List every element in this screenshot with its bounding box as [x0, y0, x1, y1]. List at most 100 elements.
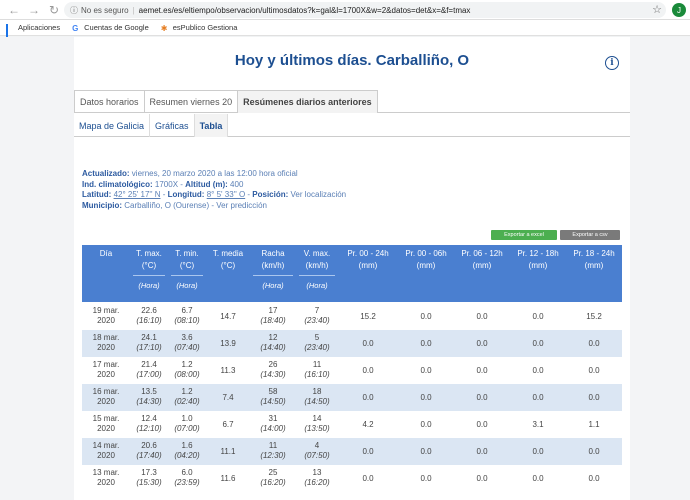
tab-mapa-galicia[interactable]: Mapa de Galicia	[74, 114, 151, 137]
cell-year: 2020	[97, 478, 115, 487]
info-icon[interactable]: i	[605, 56, 619, 70]
table-cell: 0.0	[398, 411, 454, 438]
header-unit: (mm)	[584, 261, 604, 270]
header-label: Día	[99, 249, 113, 258]
cell-value: 18	[312, 387, 322, 396]
cell-value: 0.0	[532, 393, 544, 402]
cell-value: 15.2	[586, 312, 602, 321]
cell-time: (14:30)	[260, 370, 286, 379]
tab-datos-horarios[interactable]: Datos horarios	[74, 90, 145, 113]
forecast-link[interactable]: Ver predicción	[216, 201, 267, 210]
export-csv-button[interactable]: Exportar a csv	[560, 230, 620, 240]
table-header-cell: Pr. 00 - 06h (mm)	[398, 245, 454, 302]
table-cell: 4 (07:50)	[296, 438, 338, 465]
position-link[interactable]: Ver localización	[291, 190, 347, 199]
table-cell: 16 mar. 2020	[82, 384, 130, 411]
info-circle-icon[interactable]: ⓘ	[70, 5, 78, 16]
table-cell: 0.0	[454, 330, 510, 357]
position-label: Posición:	[252, 190, 289, 199]
table-cell: 22.6 (16:10)	[130, 303, 168, 330]
header-label: V. max.	[303, 249, 331, 258]
header-unit: (mm)	[416, 261, 436, 270]
table-cell: 0.0	[454, 384, 510, 411]
longitude-label: Longitud:	[167, 190, 205, 199]
reload-icon[interactable]: ↻	[46, 2, 62, 18]
tab-tabla[interactable]: Tabla	[194, 114, 229, 137]
cell-value: 1.0	[181, 414, 193, 423]
tab-graficas[interactable]: Gráficas	[150, 114, 195, 137]
cell-time: (18:40)	[260, 316, 286, 325]
bookmark-label: Cuentas de Google	[84, 23, 149, 32]
table-cell: 12.4 (12:10)	[130, 411, 168, 438]
bookmark-star-icon[interactable]: ☆	[652, 3, 662, 16]
bookmark-apps[interactable]: Aplicaciones	[6, 23, 60, 42]
table-cell: 6.7	[206, 411, 250, 438]
cell-value: 1.6	[181, 441, 193, 450]
latitude-label: Latitud:	[82, 190, 112, 199]
updated-value: viernes, 20 marzo 2020 a las 12:00 hora …	[131, 169, 298, 178]
table-cell: 0.0	[338, 465, 398, 492]
cell-value: 11.1	[220, 447, 236, 456]
tab-resumenes-diarios[interactable]: Resúmenes diarios anteriores	[238, 90, 378, 113]
export-excel-button[interactable]: Exportar a excel	[491, 230, 557, 240]
cell-time: (07:00)	[174, 424, 200, 433]
header-label: Pr. 06 - 12h	[461, 249, 503, 258]
cell-time: (08:10)	[174, 316, 200, 325]
cell-value: 0.0	[532, 312, 544, 321]
cell-year: 2020	[97, 451, 115, 460]
cell-time: (14:30)	[136, 397, 162, 406]
cell-value: 1.1	[588, 420, 600, 429]
bookmark-google-accounts[interactable]: G Cuentas de Google	[72, 23, 149, 33]
cell-value: 13 mar.	[92, 468, 120, 477]
cell-time: (14:50)	[304, 397, 330, 406]
table-cell: 0.0	[398, 303, 454, 330]
table-header-cell: T. min. (°C) (Hora)	[168, 245, 206, 302]
address-bar[interactable]: ⓘ No es seguro | aemet.es/es/eltiempo/ob…	[64, 2, 666, 18]
table-cell: 0.0	[454, 438, 510, 465]
table-header-cell: T. media (°C)	[206, 245, 250, 302]
cell-value: 0.0	[532, 447, 544, 456]
table-row: 16 mar. 2020 13.5 (14:30) 1.2 (02:40) 7.4 58 (14…	[82, 384, 622, 411]
bookmark-espublico[interactable]: ✱ esPublico Gestiona	[161, 23, 238, 33]
table-cell: 1.1	[566, 411, 622, 438]
cell-value: 13	[312, 468, 322, 477]
table-cell: 21.4 (17:00)	[130, 357, 168, 384]
table-header-cell: Pr. 12 - 18h (mm)	[510, 245, 566, 302]
table-header-cell: Día	[82, 245, 130, 302]
avatar[interactable]: J	[672, 3, 686, 17]
back-icon[interactable]: ←	[6, 2, 22, 18]
cell-value: 0.0	[476, 366, 488, 375]
table-row: 15 mar. 2020 12.4 (12:10) 1.0 (07:00) 6.7 31 (14…	[82, 411, 622, 438]
cell-year: 2020	[97, 316, 115, 325]
cell-value: 3.6	[181, 333, 193, 342]
table-cell: 7 (23:40)	[296, 303, 338, 330]
table-cell: 5 (23:40)	[296, 330, 338, 357]
cell-value: 4	[314, 441, 320, 450]
tab-resumen-viernes[interactable]: Resumen viernes 20	[144, 90, 239, 113]
table-cell: 58 (14:50)	[250, 384, 296, 411]
altitude-label: Altitud (m):	[185, 179, 228, 189]
cell-value: 0.0	[476, 420, 488, 429]
table-cell: 1.2 (02:40)	[168, 384, 206, 411]
table-cell: 12 (14:40)	[250, 330, 296, 357]
table-row: 13 mar. 2020 17.3 (15:30) 6.0 (23:59) 11.6 25 (1…	[82, 465, 622, 492]
cell-value: 0.0	[532, 366, 544, 375]
table-cell: 20.6 (17:40)	[130, 438, 168, 465]
latitude-value: 42° 25' 17'' N	[113, 190, 161, 199]
page-title: Hoy y últimos días. Carballiño, O	[234, 52, 470, 69]
cell-value: 13.5	[141, 387, 157, 396]
cell-value: 0.0	[588, 339, 600, 348]
table-cell: 0.0	[338, 438, 398, 465]
cell-value: 0.0	[420, 366, 432, 375]
table-header: Día T. max. (°C) (Hora) T. min. (°C) (Hora) T. …	[82, 245, 622, 302]
header-label: Racha	[261, 249, 285, 258]
bookmarks-bar: Aplicaciones G Cuentas de Google ✱ esPub…	[0, 20, 690, 42]
forward-icon[interactable]: →	[26, 2, 42, 18]
table-cell: 1.0 (07:00)	[168, 411, 206, 438]
table-cell: 0.0	[338, 357, 398, 384]
table-cell: 17.3 (15:30)	[130, 465, 168, 492]
table-cell: 0.0	[398, 465, 454, 492]
table-cell: 31 (14:00)	[250, 411, 296, 438]
cell-value: 13.9	[220, 339, 236, 348]
cell-time: (02:40)	[174, 397, 200, 406]
